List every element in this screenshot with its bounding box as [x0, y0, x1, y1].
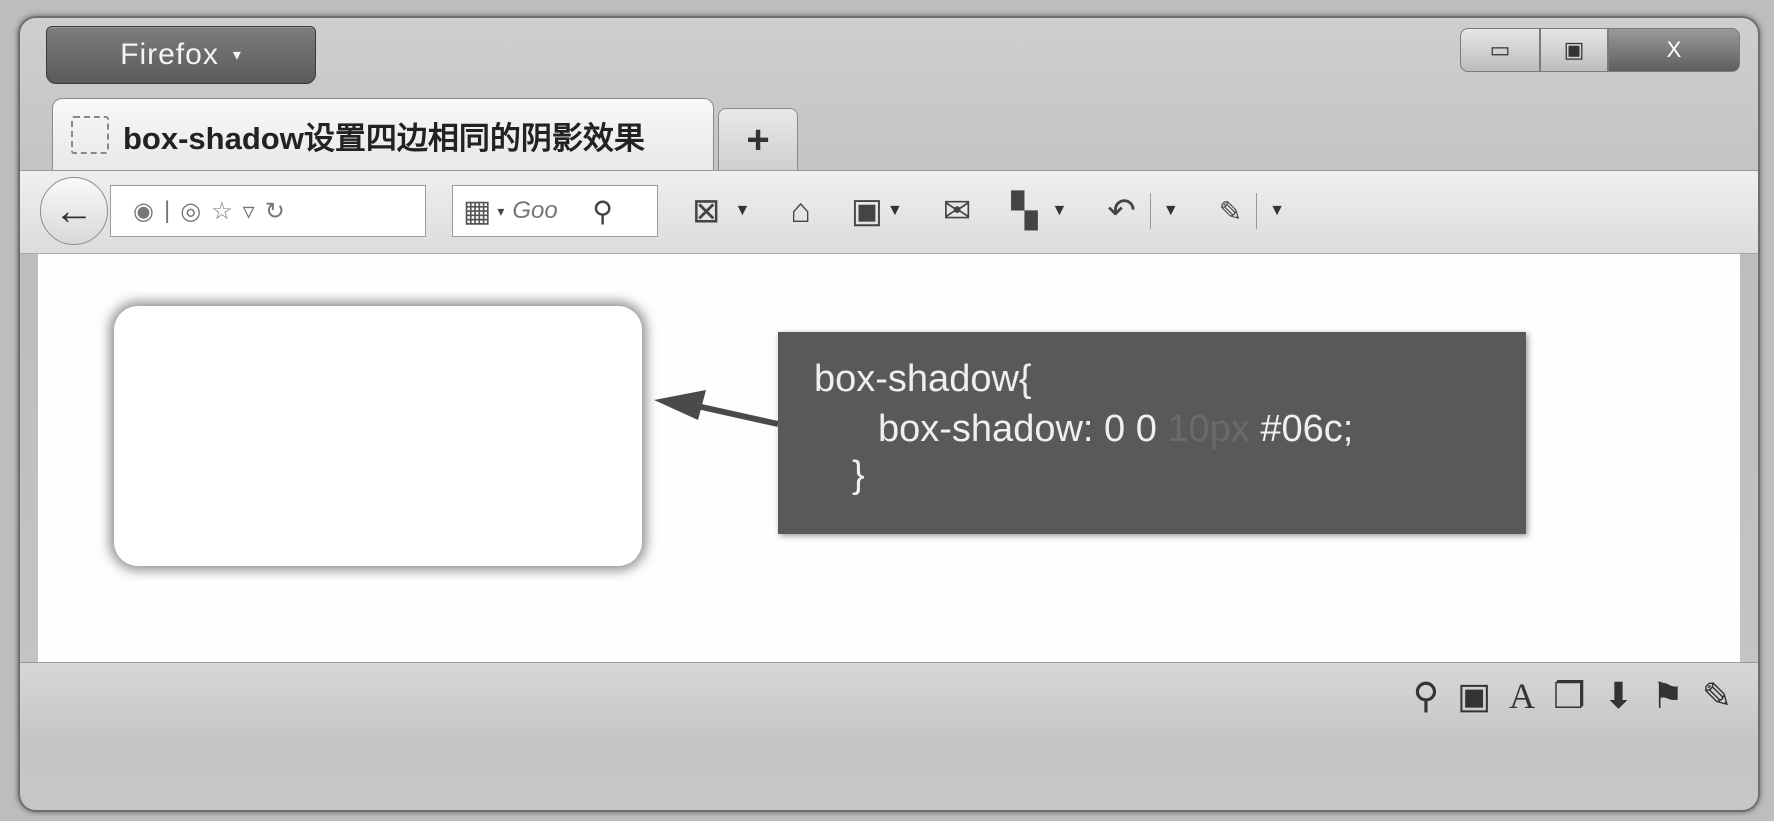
star-icon[interactable]: ☆ — [211, 197, 233, 226]
new-tab-button[interactable]: + — [718, 108, 798, 171]
chevron-down-icon[interactable]: ▼ — [735, 202, 751, 220]
window-icon[interactable]: ❐ — [1553, 675, 1585, 717]
code-line-declaration: box-shadow: 0 0 10px #06c; — [878, 408, 1353, 451]
close-button[interactable]: X — [1608, 28, 1740, 72]
home-icon[interactable]: ⌂ — [790, 192, 811, 231]
tab-strip: box-shadow设置四边相同的阴影效果 + — [20, 88, 1758, 171]
toolbar-separator — [1149, 193, 1151, 229]
tools-icon[interactable]: ✎ — [1219, 195, 1242, 228]
tab-active[interactable]: box-shadow设置四边相同的阴影效果 — [52, 98, 714, 171]
history-icon[interactable]: ↶ — [1107, 191, 1136, 231]
screenshot-icon[interactable]: ⊠ — [692, 191, 721, 231]
globe-icon: ◉ — [133, 197, 154, 225]
brush-icon[interactable]: ✎ — [1702, 675, 1732, 717]
back-arrow-icon: ← — [54, 188, 94, 233]
search-input[interactable] — [510, 196, 593, 226]
code-line-close: } — [852, 454, 865, 496]
flag-icon[interactable]: ⚑ — [1652, 675, 1684, 717]
google-icon[interactable]: ▦ — [463, 194, 491, 229]
close-icon: X — [1666, 37, 1682, 62]
minimize-button[interactable]: ▭ — [1460, 28, 1540, 72]
arrow-head — [654, 390, 706, 420]
callout-arrow — [654, 390, 779, 427]
navigation-toolbar: ← ◉ | ◎ ☆ ▿ ↻ ▦ ▾ ⚲ ⊠▼ ⌂ ▣▼ ✉ ▚▼ ↶▼ ✎▼ — [20, 170, 1758, 254]
toolbar-icons: ⊠ ▼ ⌂ ▣ ▼ ✉ ▚ ▼ ↶ ▼ ✎ ▼ — [692, 185, 1285, 237]
code-blur-value: 10px — [1167, 408, 1250, 450]
chevron-down-icon[interactable]: ▾ — [497, 203, 504, 220]
minimize-icon: ▭ — [1489, 37, 1511, 62]
search-bar[interactable]: ▦ ▾ ⚲ — [452, 185, 658, 237]
arrow-line — [687, 401, 779, 427]
back-button[interactable]: ← — [40, 177, 108, 245]
separator-icon: | — [163, 197, 171, 224]
toolbar-separator — [1256, 193, 1258, 229]
window-controls: ▭ ▣ X — [1460, 28, 1740, 72]
code-annotation: box-shadow{ box-shadow: 0 0 10px #06c; } — [778, 332, 1526, 534]
code-color-value: #06c; — [1249, 408, 1354, 450]
plus-icon: + — [746, 117, 770, 162]
page-content: box-shadow{ box-shadow: 0 0 10px #06c; } — [38, 254, 1740, 662]
search-icon[interactable]: ⚲ — [1413, 675, 1439, 717]
code-line-selector: box-shadow{ — [814, 358, 1032, 400]
tab-title: box-shadow设置四边相同的阴影效果 — [123, 120, 645, 156]
mail-icon[interactable]: ✉ — [943, 191, 972, 231]
reload-icon[interactable]: ↻ — [265, 197, 285, 226]
status-bar: ⚲ ▣ A ❐ ⬇ ⚑ ✎ — [20, 662, 1758, 735]
chevron-down-icon: ▾ — [232, 47, 242, 64]
chevron-down-icon[interactable]: ▼ — [887, 202, 903, 220]
site-icon: ◎ — [180, 197, 202, 225]
page-icon[interactable]: ▣ — [1457, 675, 1491, 717]
dropdown-icon[interactable]: ▿ — [243, 197, 255, 226]
firefox-menu-label: Firefox — [120, 38, 219, 71]
download-icon[interactable]: ⬇ — [1603, 675, 1633, 717]
status-icons: ⚲ ▣ A ❐ ⬇ ⚑ ✎ — [1413, 675, 1732, 717]
browser-window: Firefox ▾ ▭ ▣ X box-shadow设置四边相同的阴影效果 + … — [18, 16, 1760, 812]
maximize-icon: ▣ — [1563, 37, 1585, 62]
chevron-down-icon[interactable]: ▼ — [1163, 202, 1179, 220]
title-bar: Firefox ▾ ▭ ▣ X — [20, 18, 1758, 88]
code-property: box-shadow: 0 0 — [878, 408, 1168, 450]
addons-icon[interactable]: ▚ — [1011, 191, 1037, 231]
chevron-down-icon[interactable]: ▼ — [1269, 202, 1285, 220]
bookmarks-icon[interactable]: ▣ — [851, 191, 883, 231]
font-icon[interactable]: A — [1509, 675, 1535, 717]
url-bar[interactable]: ◉ | ◎ ☆ ▿ ↻ — [110, 185, 426, 237]
firefox-menu-button[interactable]: Firefox ▾ — [46, 26, 316, 84]
chevron-down-icon[interactable]: ▼ — [1052, 202, 1068, 220]
magnifier-icon[interactable]: ⚲ — [592, 195, 613, 228]
maximize-button[interactable]: ▣ — [1540, 28, 1608, 72]
favicon-icon — [71, 116, 109, 154]
